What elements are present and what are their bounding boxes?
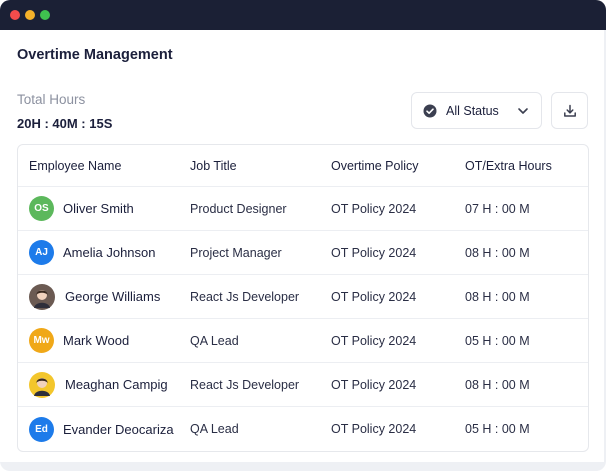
table-row[interactable]: Ed Evander Deocariza QA Lead OT Policy 2024… (18, 407, 588, 451)
status-filter-label: All Status (446, 103, 499, 118)
download-icon (563, 104, 576, 117)
job-title-cell: Project Manager (190, 245, 282, 260)
overtime-policy-cell: OT Policy 2024 (331, 333, 417, 348)
employee-cell: Ed Evander Deocariza (29, 407, 174, 451)
ot-hours-cell: 05 H : 00 M (465, 333, 530, 348)
total-hours-value: 20H : 40M : 15S (17, 116, 113, 131)
total-hours-label: Total Hours (17, 92, 86, 107)
column-header-overtime-policy[interactable]: Overtime Policy (331, 145, 419, 186)
table-row[interactable]: AJ Amelia Johnson Project Manager OT Policy… (18, 231, 588, 275)
avatar: AJ (29, 240, 54, 265)
avatar: OS (29, 196, 54, 221)
employee-name: Amelia Johnson (63, 245, 156, 260)
column-header-employee-name[interactable]: Employee Name (29, 145, 121, 186)
employee-name: George Williams (65, 289, 161, 304)
employee-name: Meaghan Campig (65, 377, 168, 392)
ot-hours-cell: 08 H : 00 M (465, 377, 530, 392)
download-button[interactable] (551, 92, 588, 129)
overtime-policy-cell: OT Policy 2024 (331, 201, 417, 216)
app-window: Overtime Management Total Hours 20H : 40… (0, 0, 606, 471)
ot-hours-cell: 08 H : 00 M (465, 289, 530, 304)
overtime-panel: Overtime Management Total Hours 20H : 40… (0, 30, 604, 462)
job-title-cell: React Js Developer (190, 289, 300, 304)
table-row[interactable]: Meaghan Campig React Js Developer OT Polic… (18, 363, 588, 407)
table-row[interactable]: Mw Mark Wood QA Lead OT Policy 2024 05 H : 0… (18, 319, 588, 363)
avatar: Ed (29, 416, 54, 442)
column-header-job-title[interactable]: Job Title (190, 145, 237, 186)
employee-cell: AJ Amelia Johnson (29, 231, 156, 274)
overtime-policy-cell: OT Policy 2024 (331, 245, 417, 260)
ot-hours-cell: 07 H : 00 M (465, 201, 530, 216)
employee-cell: George Williams (29, 275, 160, 318)
avatar (29, 283, 55, 310)
avatar: Mw (29, 328, 54, 353)
job-title-cell: React Js Developer (190, 377, 300, 392)
close-window-button[interactable] (10, 10, 20, 20)
employee-cell: Meaghan Campig (29, 363, 168, 406)
chevron-down-icon (518, 107, 528, 114)
employee-cell: Mw Mark Wood (29, 319, 129, 362)
job-title-cell: QA Lead (190, 333, 239, 348)
page-title: Overtime Management (17, 47, 173, 63)
ot-hours-cell: 05 H : 00 M (465, 422, 530, 436)
check-circle-icon (423, 104, 437, 117)
status-filter-dropdown[interactable]: All Status (411, 92, 542, 129)
overtime-table: Employee Name Job Title Overtime Policy … (17, 144, 589, 452)
employee-name: Mark Wood (63, 333, 130, 348)
employee-cell: OS Oliver Smith (29, 187, 134, 230)
overtime-policy-cell: OT Policy 2024 (331, 289, 417, 304)
avatar (29, 371, 55, 398)
title-bar (0, 0, 606, 30)
overtime-policy-cell: OT Policy 2024 (331, 377, 417, 392)
table-row[interactable]: OS Oliver Smith Product Designer OT Policy … (18, 187, 588, 231)
overtime-policy-cell: OT Policy 2024 (331, 422, 417, 436)
job-title-cell: QA Lead (190, 422, 239, 436)
job-title-cell: Product Designer (190, 201, 287, 216)
maximize-window-button[interactable] (40, 10, 50, 20)
table-row[interactable]: George Williams React Js Developer OT Poli… (18, 275, 588, 319)
employee-name: Evander Deocariza (63, 421, 174, 437)
minimize-window-button[interactable] (25, 10, 35, 20)
column-header-ot-extra-hours[interactable]: OT/Extra Hours (465, 145, 552, 186)
ot-hours-cell: 08 H : 00 M (465, 245, 530, 260)
employee-name: Oliver Smith (63, 201, 134, 216)
table-header-row: Employee Name Job Title Overtime Policy … (18, 145, 588, 187)
